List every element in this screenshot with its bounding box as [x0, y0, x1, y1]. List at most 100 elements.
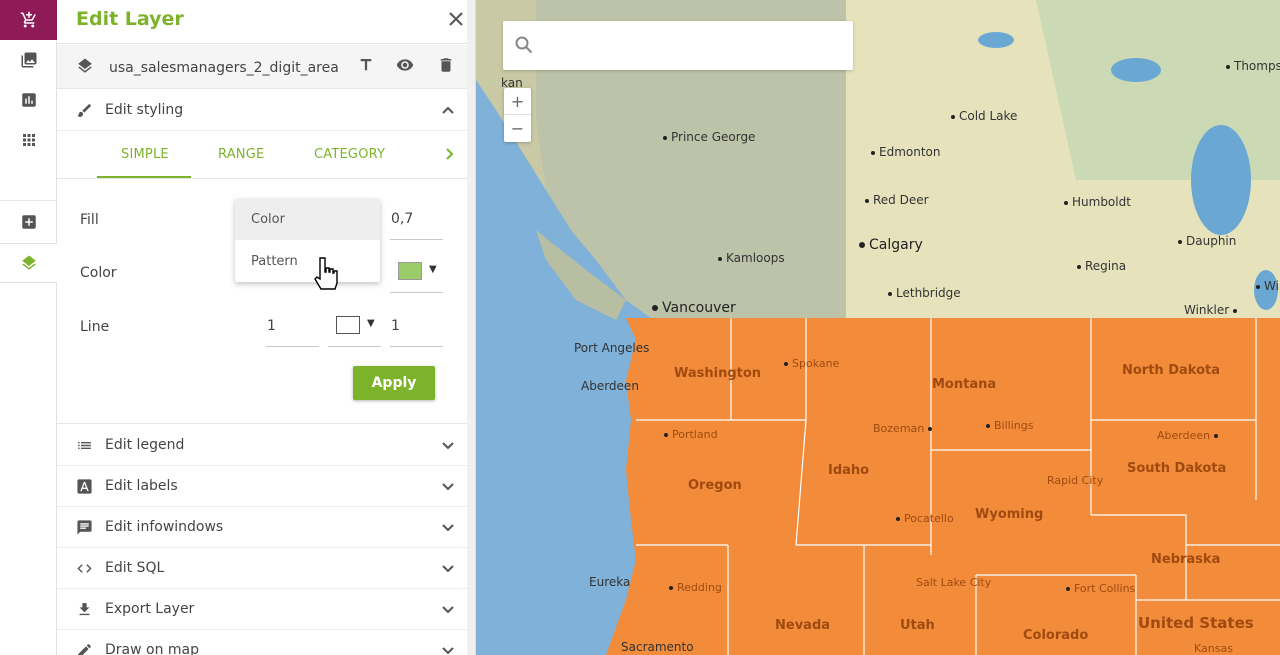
- section-label: Edit styling: [105, 102, 184, 118]
- add-box-icon[interactable]: [0, 202, 57, 242]
- color-swatch[interactable]: [398, 262, 422, 280]
- map-label-state: Utah: [900, 618, 935, 633]
- tab-category[interactable]: CATEGORY: [314, 147, 385, 162]
- list-icon: [76, 437, 94, 455]
- search-icon: [515, 36, 533, 54]
- apply-button[interactable]: Apply: [353, 366, 435, 400]
- section-draw-on-map[interactable]: Draw on map: [57, 630, 467, 655]
- map-label-city: Cold Lake: [951, 109, 1017, 123]
- delete-icon[interactable]: [437, 56, 457, 76]
- zoom-out-button[interactable]: −: [504, 115, 531, 142]
- zoom-in-button[interactable]: +: [504, 88, 531, 115]
- section-label: Edit SQL: [105, 560, 165, 576]
- map-label-state: North Dakota: [1122, 363, 1220, 378]
- section-edit-sql[interactable]: Edit SQL: [57, 548, 467, 589]
- line-color-swatch[interactable]: [336, 316, 360, 334]
- map-label-city: Billings: [986, 419, 1033, 432]
- map-label-city: Spokane: [784, 357, 839, 370]
- color-label: Color: [80, 265, 117, 281]
- map-label-city: Winkler: [1184, 303, 1241, 317]
- section-edit-infowindows[interactable]: Edit infowindows: [57, 507, 467, 548]
- map-label-state: Nevada: [775, 618, 831, 633]
- dropdown-option-color[interactable]: Color: [235, 199, 380, 240]
- map-label-city: Kansas: [1194, 642, 1233, 655]
- fill-opacity-underline: [390, 239, 443, 240]
- section-export-layer[interactable]: Export Layer: [57, 589, 467, 630]
- map-label-city: Portland: [664, 428, 718, 441]
- section-label: Edit infowindows: [105, 519, 224, 535]
- edit-layer-panel: Edit Layer usa_salesmanagers_2_digit_are…: [57, 0, 476, 655]
- panel-scrollbar[interactable]: [467, 0, 475, 655]
- line-color-underline: [328, 346, 381, 347]
- map-label-state: Montana: [932, 377, 997, 392]
- map-label-city: Bozeman: [873, 422, 936, 435]
- layer-row: usa_salesmanagers_2_digit_area: [57, 45, 467, 89]
- styling-tabs: SIMPLE RANGE CATEGORY: [57, 132, 467, 179]
- map-search-box[interactable]: [503, 21, 853, 70]
- line-width-input[interactable]: 1: [267, 318, 276, 334]
- map-label-city: Dauphin: [1178, 234, 1236, 248]
- map-label-city: Thomps: [1226, 59, 1280, 73]
- chevron-right-icon[interactable]: [442, 147, 456, 161]
- section-label: Edit labels: [105, 478, 178, 494]
- map-label-city: Rapid City: [1047, 474, 1104, 487]
- map-label-city: Regina: [1077, 259, 1126, 273]
- apps-grid-icon[interactable]: [0, 120, 57, 160]
- map-label-city: Fort Collins: [1066, 582, 1135, 595]
- text-format-icon[interactable]: [357, 56, 377, 76]
- section-edit-labels[interactable]: Edit labels: [57, 466, 467, 507]
- chevron-up-icon[interactable]: [441, 103, 455, 117]
- hand-pointer-icon: [312, 256, 346, 300]
- map-label-city: Sacramento: [621, 640, 694, 654]
- map-label-city: Lethbridge: [888, 286, 961, 300]
- pencil-icon: [76, 642, 94, 655]
- line-label: Line: [80, 319, 110, 335]
- color-dropdown-caret[interactable]: ▼: [429, 264, 437, 275]
- map-view[interactable]: Prince George Cold Lake Edmonton Red Dee…: [476, 0, 1280, 655]
- map-label-city: Edmonton: [871, 145, 941, 159]
- rail-divider: [0, 200, 57, 201]
- left-rail: [0, 0, 57, 655]
- chart-icon[interactable]: [0, 80, 57, 120]
- layers-icon: [76, 57, 94, 75]
- chevron-down-icon[interactable]: [441, 602, 455, 616]
- map-label-state: Washington: [674, 366, 762, 381]
- section-label: Edit legend: [105, 437, 185, 453]
- map-label-state: Colorado: [1023, 628, 1089, 643]
- close-icon[interactable]: [449, 12, 467, 30]
- image-icon[interactable]: [0, 40, 57, 80]
- map-label-city: Kamloops: [718, 251, 785, 265]
- map-label-city: Prince George: [663, 130, 755, 144]
- chevron-down-icon[interactable]: [441, 520, 455, 534]
- map-label-city: Redding: [669, 581, 722, 594]
- fill-type-dropdown: Color Pattern: [235, 199, 380, 282]
- section-edit-styling[interactable]: Edit styling: [57, 90, 467, 131]
- zoom-control: + −: [504, 88, 531, 142]
- layers-icon[interactable]: [0, 243, 57, 283]
- panel-title: Edit Layer: [76, 8, 184, 30]
- map-label-city: Eureka: [589, 575, 631, 589]
- tab-simple[interactable]: SIMPLE: [121, 147, 169, 162]
- panel-content: Edit Layer usa_salesmanagers_2_digit_are…: [57, 0, 467, 655]
- code-icon: [76, 560, 94, 578]
- map-label-city: Port Angeles: [574, 341, 650, 355]
- map-label-state: Oregon: [688, 478, 742, 493]
- chevron-down-icon[interactable]: [441, 438, 455, 452]
- visibility-icon[interactable]: [396, 56, 416, 76]
- line-color-caret[interactable]: ▼: [367, 318, 375, 329]
- map-label-city: Humboldt: [1064, 195, 1131, 209]
- cart-icon[interactable]: [0, 0, 57, 40]
- chevron-down-icon[interactable]: [441, 479, 455, 493]
- dropdown-option-pattern[interactable]: Pattern: [235, 241, 380, 282]
- map-search-input[interactable]: [543, 31, 843, 60]
- section-edit-legend[interactable]: Edit legend: [57, 425, 467, 466]
- chevron-down-icon[interactable]: [441, 561, 455, 575]
- tab-range[interactable]: RANGE: [218, 147, 264, 162]
- line-opacity-input[interactable]: 1: [391, 318, 400, 334]
- map-label-city: Aberdeen: [1157, 429, 1222, 442]
- download-icon: [76, 601, 94, 619]
- map-label-country: United States: [1138, 614, 1254, 632]
- chevron-down-icon[interactable]: [441, 643, 455, 655]
- map-label-city: Red Deer: [865, 193, 929, 207]
- fill-opacity-input[interactable]: 0,7: [391, 211, 413, 227]
